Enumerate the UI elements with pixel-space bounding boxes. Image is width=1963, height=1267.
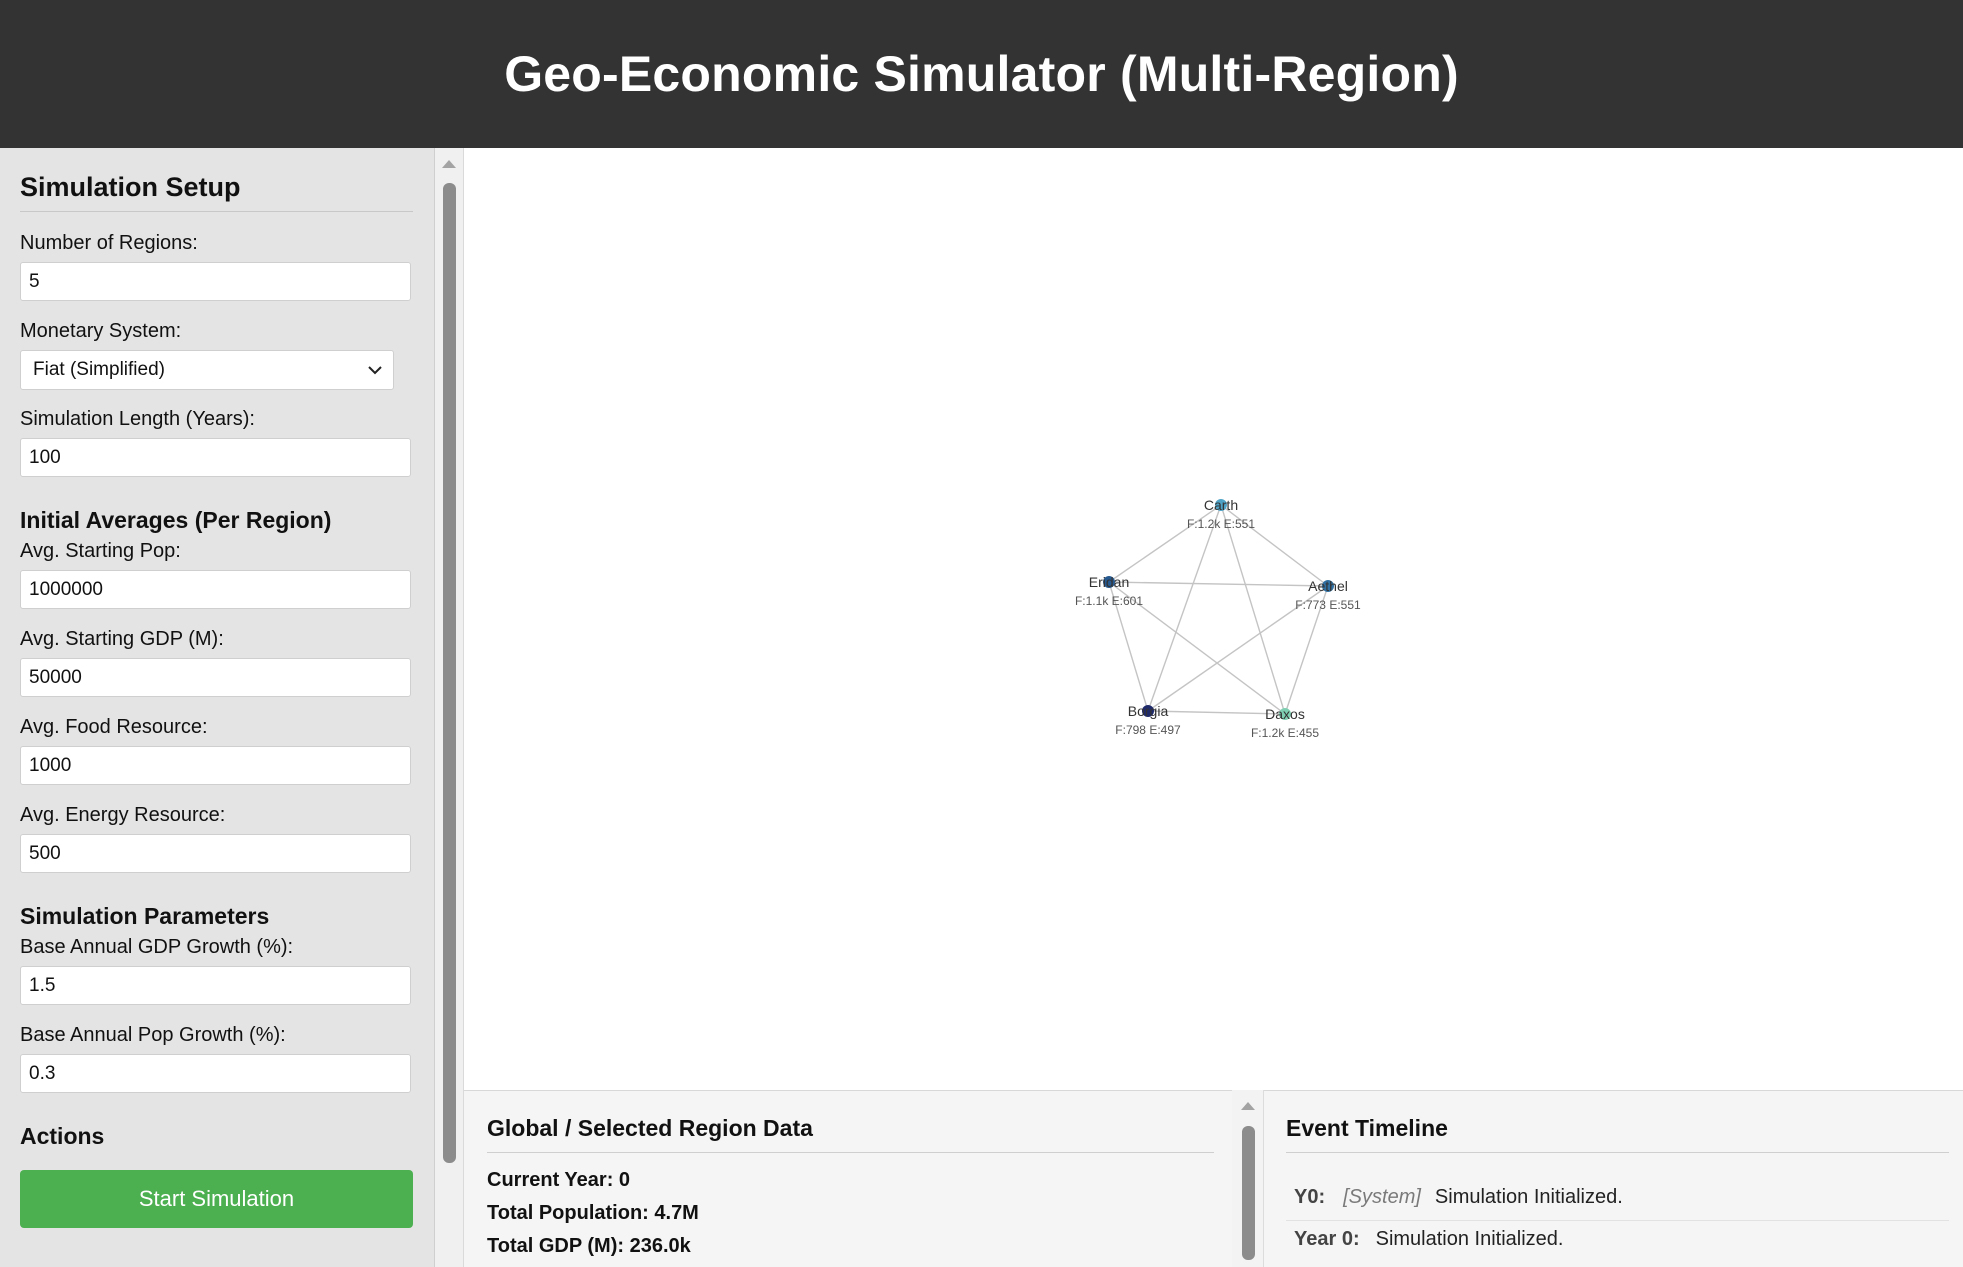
food-resource-label: Avg. Food Resource: bbox=[20, 716, 208, 738]
data-panel-scrollbar[interactable] bbox=[1232, 1090, 1264, 1267]
energy-resource-input[interactable]: 500 bbox=[20, 834, 411, 873]
region-data-panel: Global / Selected Region Data Current Ye… bbox=[464, 1090, 1232, 1267]
starting-gdp-input[interactable]: 50000 bbox=[20, 658, 411, 697]
region-stats: F:798 E:497 bbox=[1115, 723, 1181, 737]
scrollbar-thumb[interactable] bbox=[443, 183, 456, 1163]
total-population: Total Population: 4.7M bbox=[487, 1202, 699, 1224]
num-regions-label: Number of Regions: bbox=[20, 232, 198, 254]
starting-pop-input[interactable]: 1000000 bbox=[20, 570, 411, 609]
total-gdp: Total GDP (M): 236.0k bbox=[487, 1235, 691, 1257]
monetary-system-label: Monetary System: bbox=[20, 320, 182, 342]
region-map[interactable]: Carth F:1.2k E:551 Aethel F:773 E:551 Da… bbox=[464, 148, 1963, 1090]
region-name: Borgia bbox=[1128, 703, 1169, 719]
event-source: [System] bbox=[1343, 1186, 1421, 1208]
region-node-borgia[interactable]: Borgia F:798 E:497 bbox=[1115, 703, 1181, 737]
region-stats: F:773 E:551 bbox=[1295, 598, 1361, 612]
scrollbar-thumb[interactable] bbox=[1242, 1126, 1255, 1260]
scroll-up-arrow-icon[interactable] bbox=[1240, 1102, 1255, 1110]
event-year: Year 0: bbox=[1294, 1228, 1360, 1250]
scroll-up-arrow-icon[interactable] bbox=[442, 160, 456, 168]
food-resource-input[interactable]: 1000 bbox=[20, 746, 411, 785]
num-regions-input[interactable]: 5 bbox=[20, 262, 411, 301]
sim-length-input[interactable]: 100 bbox=[20, 438, 411, 477]
timeline-event: Y0: [System] Simulation Initialized. bbox=[1286, 1181, 1949, 1221]
timeline-title: Event Timeline bbox=[1286, 1115, 1949, 1153]
gdp-growth-input[interactable]: 1.5 bbox=[20, 966, 411, 1005]
sidebar: Simulation Setup Number of Regions: 5 Mo… bbox=[0, 148, 435, 1267]
region-stats: F:1.2k E:551 bbox=[1187, 517, 1255, 531]
region-stats: F:1.1k E:601 bbox=[1075, 594, 1143, 608]
region-node-daxos[interactable]: Daxos F:1.2k E:455 bbox=[1251, 706, 1319, 740]
timeline-event: Year 0: Simulation Initialized. bbox=[1286, 1223, 1949, 1255]
current-year: Current Year: 0 bbox=[487, 1169, 631, 1191]
energy-resource-label: Avg. Energy Resource: bbox=[20, 804, 226, 826]
app-header: Geo-Economic Simulator (Multi-Region) bbox=[0, 0, 1963, 148]
region-stats: F:1.2k E:455 bbox=[1251, 726, 1319, 740]
monetary-system-value: Fiat (Simplified) bbox=[33, 359, 165, 380]
event-message: Simulation Initialized. bbox=[1375, 1228, 1564, 1250]
starting-gdp-label: Avg. Starting GDP (M): bbox=[20, 628, 224, 650]
region-node-eridan[interactable]: Eridan F:1.1k E:601 bbox=[1075, 574, 1143, 608]
initial-averages-heading: Initial Averages (Per Region) bbox=[20, 507, 332, 533]
starting-pop-label: Avg. Starting Pop: bbox=[20, 540, 181, 562]
link-aethel-eridan bbox=[1108, 581, 1329, 587]
app-title: Geo-Economic Simulator (Multi-Region) bbox=[504, 46, 1459, 102]
sidebar-scrollbar[interactable] bbox=[435, 148, 464, 1267]
actions-heading: Actions bbox=[20, 1123, 105, 1149]
data-panel-title: Global / Selected Region Data bbox=[487, 1115, 1214, 1153]
region-node-carth[interactable]: Carth F:1.2k E:551 bbox=[1187, 497, 1255, 531]
region-name: Daxos bbox=[1265, 706, 1305, 722]
event-timeline-panel: Event Timeline Y0: [System] Simulation Ini… bbox=[1264, 1090, 1963, 1267]
region-node-aethel[interactable]: Aethel F:773 E:551 bbox=[1295, 578, 1361, 612]
sim-params-heading: Simulation Parameters bbox=[20, 903, 270, 929]
setup-heading: Simulation Setup bbox=[20, 148, 413, 212]
event-year: Y0: bbox=[1294, 1186, 1326, 1208]
link-carth-daxos bbox=[1220, 504, 1286, 715]
region-name: Eridan bbox=[1089, 574, 1129, 590]
link-carth-borgia bbox=[1147, 504, 1222, 712]
region-name: Carth bbox=[1204, 497, 1238, 513]
pop-growth-label: Base Annual Pop Growth (%): bbox=[20, 1024, 286, 1046]
monetary-system-select[interactable]: Fiat (Simplified) bbox=[20, 350, 394, 390]
gdp-growth-label: Base Annual GDP Growth (%): bbox=[20, 936, 294, 958]
pop-growth-input[interactable]: 0.3 bbox=[20, 1054, 411, 1093]
sim-length-label: Simulation Length (Years): bbox=[20, 408, 255, 430]
region-network-graph[interactable]: Carth F:1.2k E:551 Aethel F:773 E:551 Da… bbox=[464, 148, 1963, 1090]
start-simulation-button[interactable]: Start Simulation bbox=[20, 1170, 413, 1228]
region-name: Aethel bbox=[1308, 578, 1348, 594]
event-message: Simulation Initialized. bbox=[1434, 1186, 1623, 1208]
chevron-down-icon bbox=[368, 366, 382, 375]
